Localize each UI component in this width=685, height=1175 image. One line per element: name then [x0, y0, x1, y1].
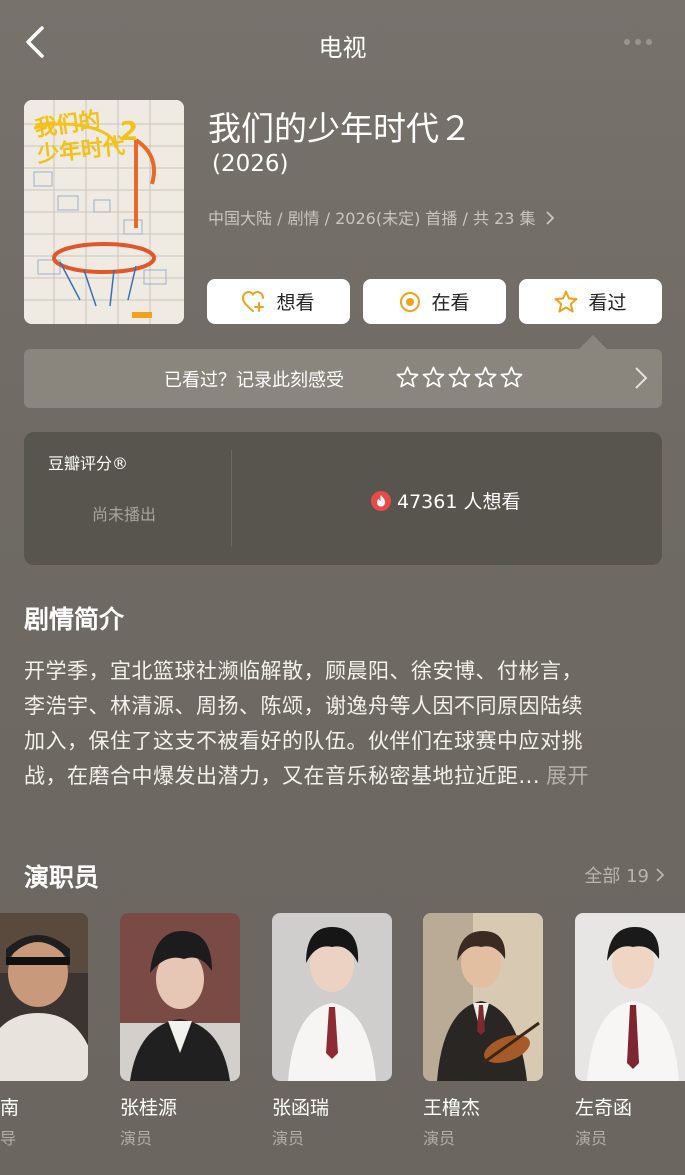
synopsis-text: 开学季，宜北篮球社濒临解散，顾晨阳、徐安博、付彬言， 李浩宇、林清源、周扬、陈颂… — [24, 654, 664, 794]
synopsis-line-last: 战，在磨合中爆发出潜力，又在音乐秘密基地拉近距... 展开 — [24, 759, 664, 794]
want-to-watch-button[interactable]: 想看 — [207, 279, 350, 324]
watched-label: 看过 — [588, 292, 627, 314]
star-outline-icon[interactable] — [422, 366, 445, 388]
cast-name: 张函瑞 — [272, 1097, 330, 1119]
cast-name: 王橹杰 — [423, 1097, 481, 1119]
synopsis-line: 战，在磨合中爆发出潜力，又在音乐秘密基地拉近距... — [24, 764, 541, 788]
chevron-right-icon — [656, 868, 665, 882]
synopsis-line: 开学季，宜北篮球社濒临解散，顾晨阳、徐安博、付彬言， — [24, 659, 583, 683]
tooltip-pointer — [579, 335, 607, 349]
meta-text: 中国大陆 / 剧情 / 2026(未定) 首播 / 共 23 集 — [208, 209, 536, 228]
cast-role: 演员 — [423, 1129, 456, 1148]
watching-label: 在看 — [431, 292, 470, 314]
wish-count: 47361 人想看 — [371, 487, 520, 514]
star-outline-icon[interactable] — [396, 366, 419, 388]
cast-photo — [423, 913, 543, 1081]
cast-photo — [575, 913, 685, 1081]
show-year: (2026) — [212, 151, 289, 177]
watched-button[interactable]: 看过 — [519, 279, 662, 324]
chevron-right-icon — [545, 211, 554, 225]
show-meta[interactable]: 中国大陆 / 剧情 / 2026(未定) 首播 / 共 23 集 — [208, 205, 555, 229]
poster-badge: 2 — [120, 117, 138, 147]
wish-count-text: 47361 人想看 — [397, 491, 521, 513]
douban-rating-label: 豆瓣评分® — [48, 454, 129, 473]
cast-name: 张桂源 — [120, 1097, 178, 1119]
cast-photo — [0, 913, 88, 1081]
poster-image[interactable]: 我们的 少年时代 2 — [24, 100, 184, 324]
record-feeling-bar[interactable]: 已看过？记录此刻感受 — [24, 349, 662, 408]
rating-card: 豆瓣评分® 尚未播出 47361 人想看 — [24, 432, 662, 565]
synopsis-title: 剧情简介 — [24, 605, 125, 634]
cast-name: 南 — [0, 1097, 20, 1119]
cast-role: 演员 — [272, 1129, 305, 1148]
cast-role: 导 — [0, 1129, 17, 1148]
synopsis-line: 加入，保住了这支不被看好的队伍。伙伴们在球赛中应对挑 — [24, 729, 583, 753]
cast-photo — [272, 913, 392, 1081]
star-outline-icon[interactable] — [500, 366, 523, 388]
cast-all-link[interactable]: 全部 19 — [584, 862, 665, 888]
flame-icon — [371, 490, 391, 511]
cast-title: 演职员 — [24, 863, 100, 892]
rating-status: 尚未播出 — [92, 505, 157, 524]
synopsis-line: 李浩宇、林清源、周扬、陈颂，谢逸舟等人因不同原因陆续 — [24, 694, 583, 718]
more-icon[interactable] — [623, 38, 653, 46]
cast-all-label: 全部 19 — [584, 866, 649, 887]
record-feeling-text: 已看过？记录此刻感受 — [164, 370, 344, 391]
expand-link[interactable]: 展开 — [546, 764, 589, 788]
heart-plus-icon — [242, 290, 265, 312]
star-outline-icon[interactable] — [448, 366, 471, 388]
radio-dot-icon — [400, 291, 421, 312]
cast-role: 演员 — [120, 1129, 153, 1148]
show-title: 我们的少年时代２ — [208, 109, 472, 148]
watching-button[interactable]: 在看 — [363, 279, 506, 324]
cast-name: 左奇函 — [575, 1097, 633, 1119]
chevron-right-icon — [635, 367, 648, 389]
page-title: 电视 — [318, 34, 367, 62]
star-outline-icon[interactable] — [474, 366, 497, 388]
cast-role: 演员 — [575, 1129, 608, 1148]
divider — [231, 450, 232, 547]
navbar: 电视 — [0, 0, 685, 88]
star-icon — [554, 290, 578, 313]
cast-photo — [120, 913, 240, 1081]
want-to-watch-label: 想看 — [276, 292, 315, 314]
movie-detail-page: 电视 我们的 少年时代 2 我们的少年时代２ (2026) 中国大陆 / 剧情 … — [0, 0, 685, 1175]
rating-stars[interactable] — [396, 366, 523, 388]
